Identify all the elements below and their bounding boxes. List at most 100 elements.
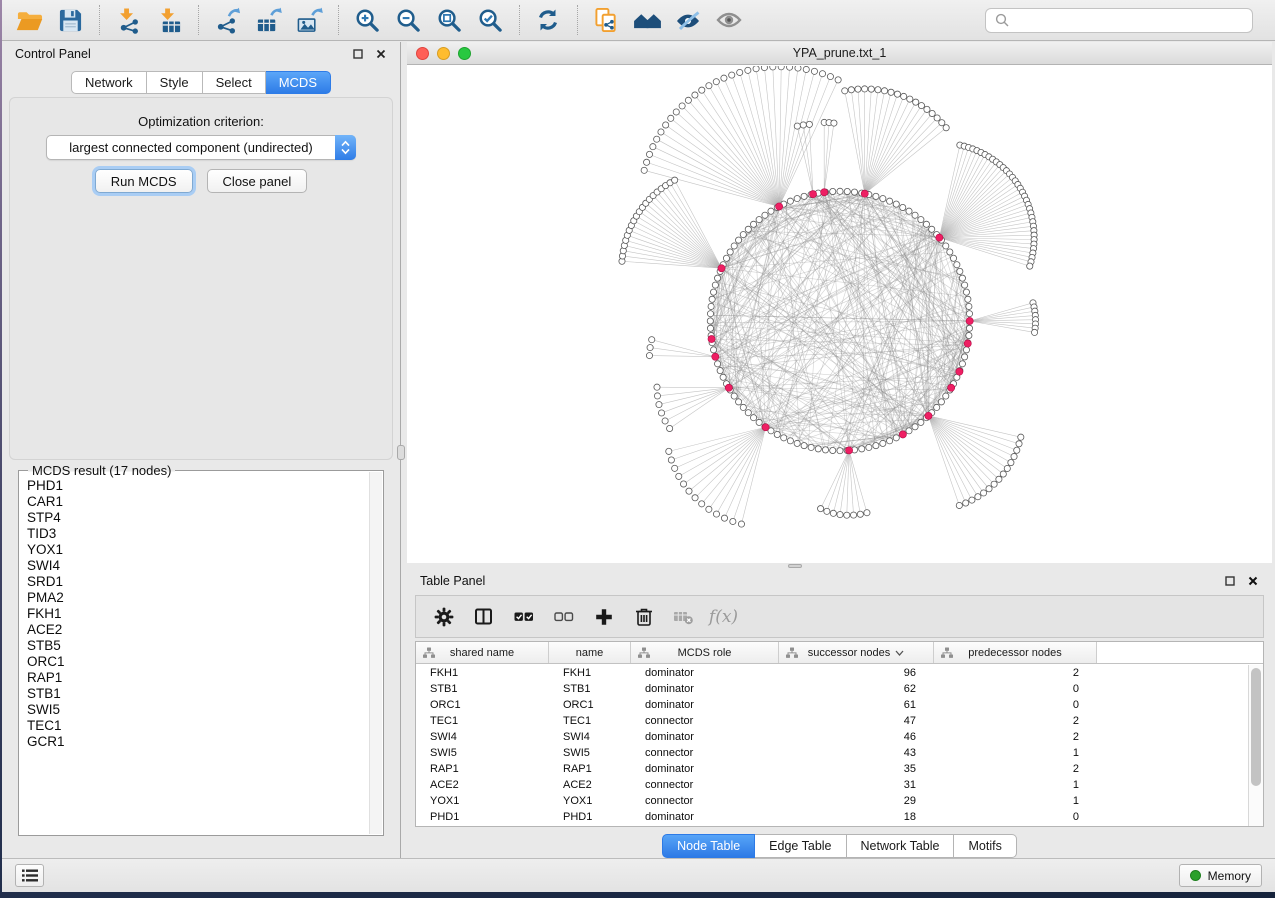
network-node[interactable] <box>894 91 900 97</box>
float-panel-button[interactable] <box>351 48 364 61</box>
tab-select[interactable]: Select <box>203 71 266 94</box>
mcds-result-item[interactable]: SWI5 <box>27 702 368 718</box>
delete-table-button[interactable] <box>673 606 694 627</box>
network-node[interactable] <box>787 198 793 204</box>
result-list-scrollbar[interactable] <box>369 472 382 834</box>
network-graph[interactable] <box>407 66 1272 563</box>
network-node[interactable] <box>646 352 652 358</box>
network-node[interactable] <box>868 86 874 92</box>
network-node[interactable] <box>938 399 944 405</box>
mcds-result-item[interactable]: ACE2 <box>27 622 368 638</box>
network-node[interactable] <box>740 404 746 410</box>
network-node[interactable] <box>875 87 881 93</box>
mcds-node[interactable] <box>936 234 943 241</box>
network-node[interactable] <box>934 404 940 410</box>
mcds-node[interactable] <box>821 189 828 196</box>
network-node[interactable] <box>647 344 653 350</box>
network-node[interactable] <box>866 444 872 450</box>
network-node[interactable] <box>717 368 723 374</box>
table-row[interactable]: ACE2ACE2connector311 <box>416 777 1248 793</box>
mcds-node[interactable] <box>718 265 725 272</box>
column-header-name[interactable]: name <box>549 642 631 663</box>
export-table-button[interactable] <box>251 4 285 36</box>
network-node[interactable] <box>713 79 719 85</box>
float-table-panel-button[interactable] <box>1223 575 1236 588</box>
network-node[interactable] <box>781 435 787 441</box>
network-node[interactable] <box>962 282 968 288</box>
mcds-result-item[interactable]: STB1 <box>27 686 368 702</box>
network-node[interactable] <box>730 518 736 524</box>
network-node[interactable] <box>954 262 960 268</box>
network-node[interactable] <box>864 510 870 516</box>
network-node[interactable] <box>918 419 924 425</box>
network-node[interactable] <box>966 311 972 317</box>
network-node[interactable] <box>745 410 751 416</box>
show-all-button[interactable] <box>712 4 746 36</box>
network-node[interactable] <box>1004 465 1010 471</box>
network-node[interactable] <box>654 393 660 399</box>
mcds-node[interactable] <box>925 412 932 419</box>
column-header-mcds-role[interactable]: MCDS role <box>631 642 779 663</box>
mcds-result-item[interactable]: CAR1 <box>27 494 368 510</box>
network-node[interactable] <box>959 275 965 281</box>
network-node[interactable] <box>761 66 767 71</box>
network-node[interactable] <box>679 103 685 109</box>
network-node[interactable] <box>646 151 652 157</box>
network-node[interactable] <box>929 226 935 232</box>
table-scrollbar-thumb[interactable] <box>1251 668 1261 786</box>
deselect-all-button[interactable] <box>553 606 574 627</box>
table-options-button[interactable] <box>433 606 454 627</box>
tab-edge-table[interactable]: Edge Table <box>755 834 846 858</box>
network-node[interactable] <box>991 481 997 487</box>
network-node[interactable] <box>851 189 857 195</box>
network-node[interactable] <box>822 447 828 453</box>
hide-selected-button[interactable] <box>671 4 705 36</box>
network-node[interactable] <box>815 446 821 452</box>
network-node[interactable] <box>1016 441 1022 447</box>
network-node[interactable] <box>668 115 674 121</box>
network-node[interactable] <box>644 159 650 165</box>
network-node[interactable] <box>959 361 965 367</box>
network-node[interactable] <box>801 443 807 449</box>
network-node[interactable] <box>729 72 735 78</box>
tab-style[interactable]: Style <box>147 71 203 94</box>
network-node[interactable] <box>837 188 843 194</box>
import-network-button[interactable] <box>111 4 145 36</box>
network-node[interactable] <box>706 83 712 89</box>
table-row[interactable]: RAP1RAP1dominator352 <box>416 761 1248 777</box>
network-node[interactable] <box>714 275 720 281</box>
network-node[interactable] <box>663 122 669 128</box>
network-node[interactable] <box>756 216 762 222</box>
network-node[interactable] <box>668 457 674 463</box>
network-node[interactable] <box>731 243 737 249</box>
table-row[interactable]: YOX1YOX1connector291 <box>416 793 1248 809</box>
network-node[interactable] <box>862 86 868 92</box>
network-node[interactable] <box>707 318 713 324</box>
network-node[interactable] <box>827 73 833 79</box>
add-column-button[interactable] <box>593 606 614 627</box>
network-node[interactable] <box>768 208 774 214</box>
network-node[interactable] <box>720 374 726 380</box>
network-node[interactable] <box>654 136 660 142</box>
network-node[interactable] <box>996 476 1002 482</box>
mcds-node[interactable] <box>776 203 783 210</box>
network-node[interactable] <box>641 167 647 173</box>
open-file-button[interactable] <box>12 4 46 36</box>
network-node[interactable] <box>666 448 672 454</box>
network-node[interactable] <box>844 512 850 518</box>
delete-column-button[interactable] <box>633 606 654 627</box>
network-node[interactable] <box>900 204 906 210</box>
first-neighbors-button[interactable] <box>630 4 664 36</box>
table-row[interactable]: TEC1TEC1connector472 <box>416 713 1248 729</box>
network-node[interactable] <box>706 506 712 512</box>
network-node[interactable] <box>762 212 768 218</box>
tab-motifs[interactable]: Motifs <box>954 834 1016 858</box>
mcds-result-item[interactable]: GCR1 <box>27 734 368 750</box>
network-node[interactable] <box>980 490 986 496</box>
select-all-button[interactable] <box>513 606 534 627</box>
network-node[interactable] <box>737 69 743 75</box>
network-node[interactable] <box>713 511 719 517</box>
network-node[interactable] <box>969 497 975 503</box>
refresh-view-button[interactable] <box>531 4 565 36</box>
network-node[interactable] <box>787 66 793 70</box>
